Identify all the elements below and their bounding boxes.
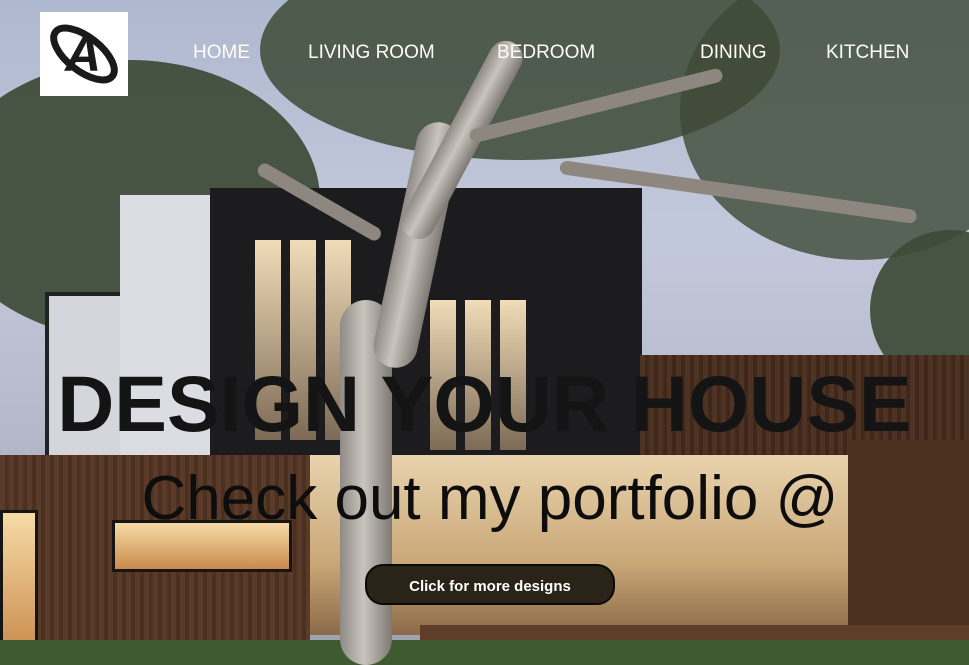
- main-navigation: HOME LIVING ROOM BEDROOM DINING KITCHEN: [0, 42, 969, 66]
- nav-link-living-room[interactable]: LIVING ROOM: [308, 42, 435, 64]
- nav-link-bedroom[interactable]: BEDROOM: [497, 42, 595, 64]
- more-designs-button[interactable]: Click for more designs: [365, 564, 615, 605]
- nav-link-home[interactable]: HOME: [193, 42, 250, 64]
- lit-door: [0, 510, 38, 660]
- hero-subtitle: Check out my portfolio @: [141, 464, 839, 533]
- hero-title: DESIGN YOUR HOUSE: [57, 359, 912, 448]
- nav-link-dining[interactable]: DINING: [700, 42, 767, 64]
- lawn: [0, 640, 969, 665]
- nav-link-kitchen[interactable]: KITCHEN: [826, 42, 909, 64]
